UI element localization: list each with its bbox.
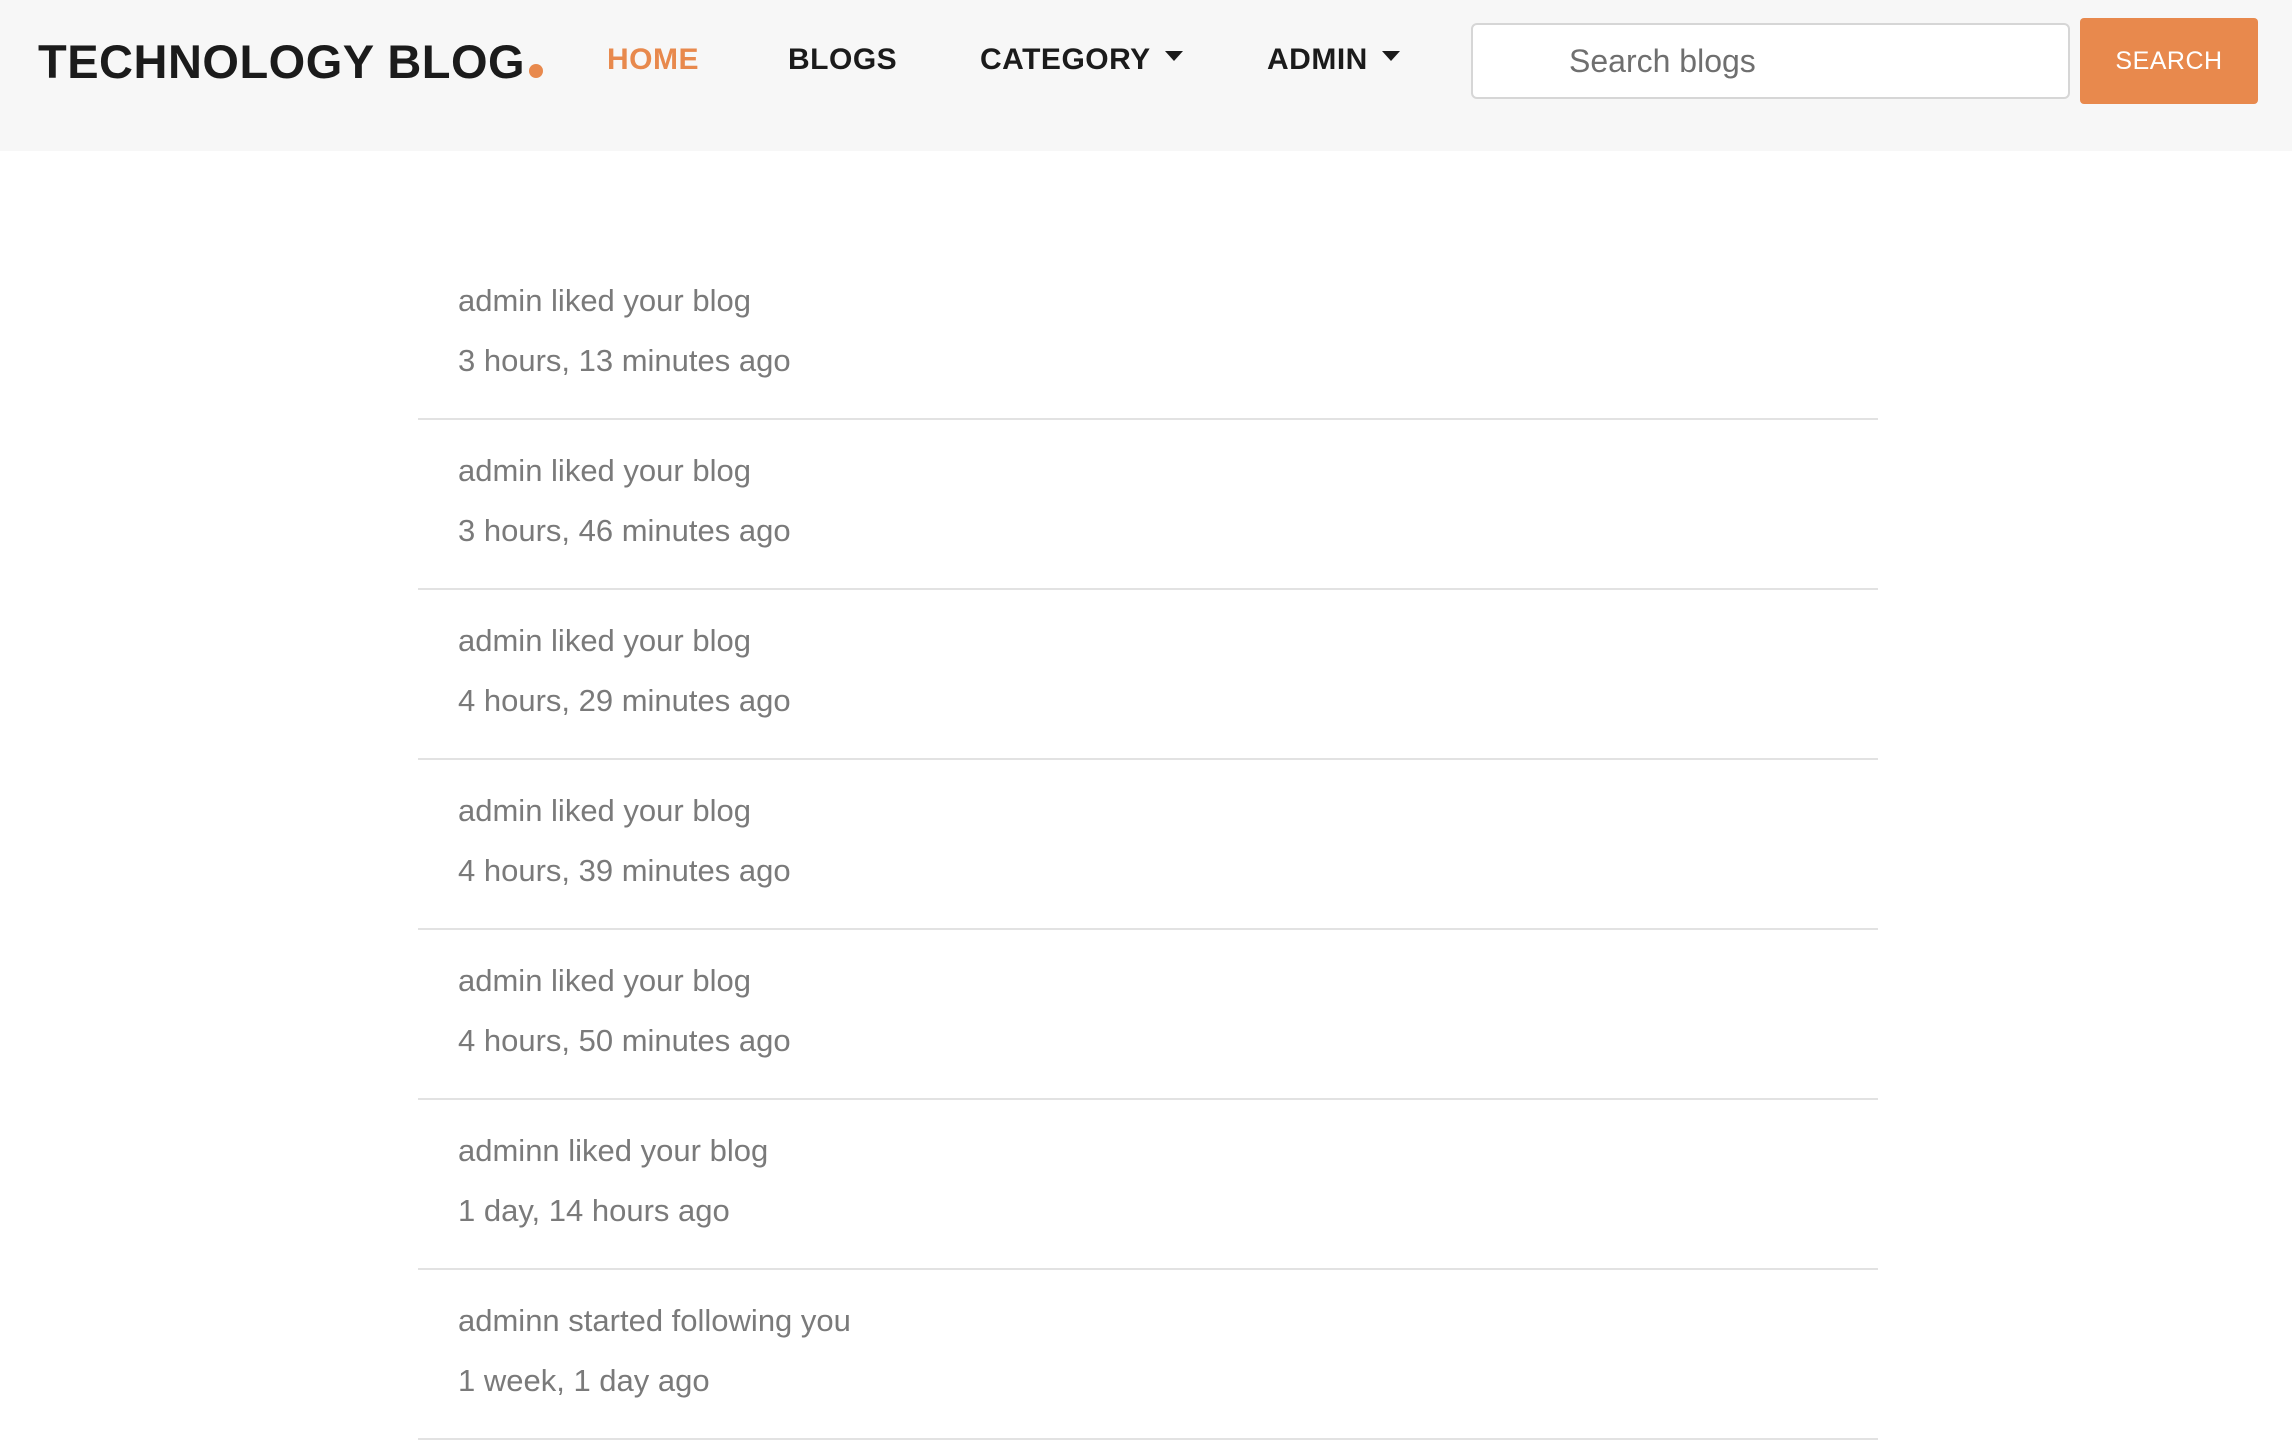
nav-link-admin[interactable]: ADMIN	[1267, 40, 1400, 80]
notification-time: 4 hours, 29 minutes ago	[458, 683, 791, 718]
nav-link-home[interactable]: HOME	[607, 40, 699, 80]
search-button[interactable]: SEARCH	[2080, 18, 2258, 104]
notification-time: 1 day, 14 hours ago	[458, 1193, 730, 1228]
notification-time: 4 hours, 39 minutes ago	[458, 853, 791, 888]
brand-title: TECHNOLOGY BLOG	[38, 35, 526, 88]
notification-message: adminn started following you	[458, 1303, 851, 1338]
notification-item[interactable]: admin liked your blog 4 hours, 29 minutes…	[418, 590, 1878, 760]
notification-message: admin liked your blog	[458, 793, 751, 828]
brand-logo[interactable]: TECHNOLOGY BLOG	[38, 34, 544, 90]
nav-link-home-label: HOME	[607, 43, 699, 76]
notification-time: 4 hours, 50 minutes ago	[458, 1023, 791, 1058]
notification-message: admin liked your blog	[458, 453, 751, 488]
navbar: TECHNOLOGY BLOG HOME BLOGS CATEGORY ADMI…	[0, 0, 2292, 151]
notification-message: adminn liked your blog	[458, 1133, 769, 1168]
nav-link-category-label: CATEGORY	[980, 43, 1151, 76]
caret-down-icon	[1164, 51, 1183, 62]
notification-item[interactable]: admin liked your blog 3 hours, 13 minutes…	[418, 250, 1878, 420]
notification-item[interactable]: admin liked your blog 3 hours, 46 minutes…	[418, 420, 1878, 590]
brand-dot-icon	[529, 64, 544, 78]
search-input[interactable]	[1471, 23, 2070, 99]
notification-time: 3 hours, 13 minutes ago	[458, 343, 791, 378]
notification-time: 3 hours, 46 minutes ago	[458, 513, 791, 548]
nav-link-category[interactable]: CATEGORY	[980, 40, 1183, 80]
nav-link-admin-label: ADMIN	[1267, 43, 1368, 76]
nav-link-blogs-label: BLOGS	[788, 43, 898, 76]
notification-item[interactable]: adminn liked your blog 1 day, 14 hours ag…	[418, 1100, 1878, 1270]
notification-item[interactable]: admin liked your blog 4 hours, 39 minutes…	[418, 760, 1878, 930]
nav-link-blogs[interactable]: BLOGS	[788, 40, 897, 80]
notification-message: admin liked your blog	[458, 283, 751, 318]
caret-down-icon	[1381, 51, 1400, 62]
notification-list: admin liked your blog 3 hours, 13 minutes…	[418, 250, 1878, 1440]
notification-message: admin liked your blog	[458, 963, 751, 998]
notification-time: 1 week, 1 day ago	[458, 1363, 710, 1398]
notification-item[interactable]: adminn started following you 1 week, 1 da…	[418, 1270, 1878, 1440]
notification-message: admin liked your blog	[458, 623, 751, 658]
search-button-label: SEARCH	[2115, 46, 2223, 75]
notification-item[interactable]: admin liked your blog 4 hours, 50 minutes…	[418, 930, 1878, 1100]
